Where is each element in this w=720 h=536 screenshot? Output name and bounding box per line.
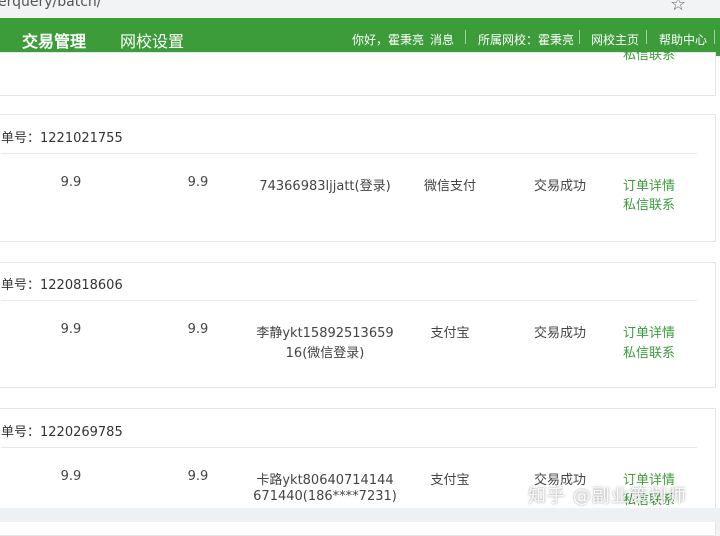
card-divider [1, 447, 697, 448]
order-detail-link[interactable]: 订单详情 [623, 175, 675, 194]
buyer-name-continued: 671440(186****7231) [253, 489, 397, 504]
contact-link[interactable]: 私信联系 [623, 194, 675, 213]
nav-divider [646, 30, 647, 44]
nav-divider [579, 30, 580, 44]
order-list: 私信联系 单号：1221021755 9.9 9.9 74366983ljjat… [0, 48, 720, 536]
horizontal-scrollbar[interactable] [0, 508, 720, 522]
bookmark-star-icon[interactable]: ☆ [670, 0, 686, 15]
top-nav: 交易管理 网校设置 你好，霍秉亮 消息 所属网校：霍秉亮 网校主页 帮助中心 [0, 18, 720, 56]
contact-link[interactable]: 私信联系 [623, 44, 675, 63]
order-number: 单号：1220269785 [1, 425, 123, 440]
url-text[interactable]: erquery/batch/ [0, 0, 102, 10]
watermark-text: 知乎 @副业策划师 [528, 486, 687, 507]
order-status: 交易成功 [533, 326, 586, 341]
order-price: 9.9 [60, 175, 82, 190]
order-status: 交易成功 [533, 179, 586, 194]
order-number: 单号：1220818606 [1, 278, 123, 293]
payment-method: 微信支付 [423, 179, 476, 194]
order-number: 单号：1221021755 [1, 131, 123, 146]
buyer-name: 74366983ljjatt(登录) [259, 179, 391, 194]
payment-method: 支付宝 [430, 473, 470, 488]
tab-trade-management[interactable]: 交易管理 [22, 28, 86, 52]
order-card: 单号：1221021755 9.9 9.9 74366983ljjatt(登录)… [0, 114, 716, 242]
order-card: 私信联系 [0, 48, 716, 96]
payment-method: 支付宝 [430, 326, 470, 341]
browser-address-bar[interactable]: erquery/batch/ ☆ [0, 0, 720, 18]
order-paid: 9.9 [187, 175, 209, 190]
order-price: 9.9 [60, 322, 82, 337]
buyer-name: 李静ykt15892513659 [256, 326, 394, 341]
order-paid: 9.9 [187, 469, 209, 484]
tab-school-settings[interactable]: 网校设置 [120, 28, 184, 52]
school-label: 所属网校：霍秉亮 [478, 33, 575, 47]
buyer-name: 卡路ykt80640714144 [256, 473, 394, 488]
buyer-name-continued: 16(微信登录) [285, 346, 365, 361]
greeting-text: 你好，霍秉亮 [352, 33, 425, 47]
order-paid: 9.9 [187, 322, 209, 337]
order-card: 单号：1220818606 9.9 9.9 李静ykt15892513659 1… [0, 262, 716, 388]
order-detail-link[interactable]: 订单详情 [623, 322, 675, 341]
order-price: 9.9 [60, 469, 82, 484]
card-divider [1, 153, 697, 154]
card-divider [1, 300, 697, 301]
nav-divider [714, 30, 715, 44]
nav-divider [465, 30, 466, 44]
messages-link[interactable]: 消息 [430, 31, 454, 48]
contact-link[interactable]: 私信联系 [623, 342, 675, 361]
